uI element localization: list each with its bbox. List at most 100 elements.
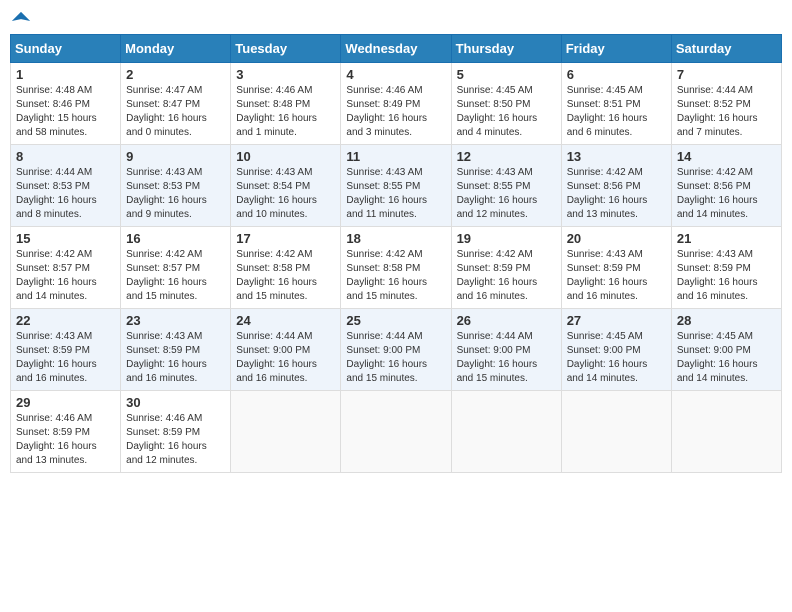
day-cell-19: 19Sunrise: 4:42 AMSunset: 8:59 PMDayligh… [451,227,561,309]
day-cell-27: 27 Sunrise: 4:45 AMSunset: 9:00 PMDayligh… [561,309,671,391]
day-cell-2: 2Sunrise: 4:47 AMSunset: 8:47 PMDaylight… [121,63,231,145]
sunrise-line: Sunrise: 4:42 AM [16,248,115,262]
sunset-line: Sunset: 9:00 PM [346,344,445,358]
day-number: 25 [346,313,445,328]
daylight-line: Daylight: 16 hours and 8 minutes. [16,194,115,222]
day-number: 24 [236,313,335,328]
day-number: 30 [126,395,225,410]
sunset-line: Sunset: 8:50 PM [457,98,556,112]
sunrise-line: Sunrise: 4:42 AM [567,166,666,180]
day-cell-14: 14Sunrise: 4:42 AMSunset: 8:56 PMDayligh… [671,145,781,227]
sunrise-line: Sunrise: 4:46 AM [16,412,115,426]
daylight-line: Daylight: 16 hours and 16 minutes. [126,358,225,386]
sunrise-line: Sunrise: 4:43 AM [126,166,225,180]
day-number: 22 [16,313,115,328]
daylight-line: Daylight: 16 hours and 7 minutes. [677,112,776,140]
sunrise-line: Sunrise: 4:43 AM [567,248,666,262]
day-number: 21 [677,231,776,246]
day-info: Sunrise: 4:42 AMSunset: 8:58 PMDaylight:… [346,248,445,304]
day-info: Sunrise: 4:43 AMSunset: 8:55 PMDaylight:… [346,166,445,222]
day-info: Sunrise: 4:42 AMSunset: 8:57 PMDaylight:… [16,248,115,304]
day-cell-18: 18 Sunrise: 4:42 AMSunset: 8:58 PMDayligh… [341,227,451,309]
day-info: Sunrise: 4:43 AMSunset: 8:54 PMDaylight:… [236,166,335,222]
daylight-line: Daylight: 16 hours and 16 minutes. [567,276,666,304]
day-number: 8 [16,149,115,164]
daylight-line: Daylight: 16 hours and 15 minutes. [236,276,335,304]
sunrise-line: Sunrise: 4:46 AM [236,84,335,98]
sunset-line: Sunset: 9:00 PM [567,344,666,358]
empty-cell [451,391,561,473]
sunset-line: Sunset: 8:49 PM [346,98,445,112]
day-number: 18 [346,231,445,246]
day-info: Sunrise: 4:45 AMSunset: 9:00 PMDaylight:… [567,330,666,386]
daylight-line: Daylight: 16 hours and 12 minutes. [126,440,225,468]
sunrise-line: Sunrise: 4:44 AM [346,330,445,344]
day-info: Sunrise: 4:43 AMSunset: 8:55 PMDaylight:… [457,166,556,222]
daylight-line: Daylight: 16 hours and 6 minutes. [567,112,666,140]
day-info: Sunrise: 4:46 AMSunset: 8:59 PMDaylight:… [126,412,225,468]
sunrise-line: Sunrise: 4:42 AM [126,248,225,262]
day-cell-23: 23Sunrise: 4:43 AMSunset: 8:59 PMDayligh… [121,309,231,391]
sunset-line: Sunset: 8:59 PM [126,344,225,358]
day-number: 2 [126,67,225,82]
day-info: Sunrise: 4:46 AMSunset: 8:59 PMDaylight:… [16,412,115,468]
day-info: Sunrise: 4:44 AMSunset: 8:53 PMDaylight:… [16,166,115,222]
daylight-line: Daylight: 16 hours and 9 minutes. [126,194,225,222]
logo-icon [10,10,32,32]
sunrise-line: Sunrise: 4:43 AM [16,330,115,344]
day-info: Sunrise: 4:43 AMSunset: 8:59 PMDaylight:… [126,330,225,386]
day-number: 27 [567,313,666,328]
day-cell-11: 11Sunrise: 4:43 AMSunset: 8:55 PMDayligh… [341,145,451,227]
day-cell-21: 21Sunrise: 4:43 AMSunset: 8:59 PMDayligh… [671,227,781,309]
sunset-line: Sunset: 9:00 PM [457,344,556,358]
sunset-line: Sunset: 8:48 PM [236,98,335,112]
day-number: 12 [457,149,556,164]
day-cell-17: 17 Sunrise: 4:42 AMSunset: 8:58 PMDayligh… [231,227,341,309]
day-cell-30: 30 Sunrise: 4:46 AMSunset: 8:59 PMDayligh… [121,391,231,473]
header-wednesday: Wednesday [341,35,451,63]
day-cell-10: 10Sunrise: 4:43 AMSunset: 8:54 PMDayligh… [231,145,341,227]
empty-cell [671,391,781,473]
header-tuesday: Tuesday [231,35,341,63]
logo [10,10,32,26]
sunset-line: Sunset: 9:00 PM [677,344,776,358]
day-cell-5: 5Sunrise: 4:45 AMSunset: 8:50 PMDaylight… [451,63,561,145]
day-info: Sunrise: 4:48 AMSunset: 8:46 PMDaylight:… [16,84,115,140]
sunset-line: Sunset: 8:59 PM [126,426,225,440]
sunrise-line: Sunrise: 4:45 AM [567,84,666,98]
day-number: 1 [16,67,115,82]
day-number: 20 [567,231,666,246]
day-number: 15 [16,231,115,246]
sunset-line: Sunset: 8:53 PM [126,180,225,194]
daylight-line: Daylight: 16 hours and 14 minutes. [677,194,776,222]
empty-cell [231,391,341,473]
daylight-line: Daylight: 16 hours and 14 minutes. [567,358,666,386]
day-info: Sunrise: 4:43 AMSunset: 8:53 PMDaylight:… [126,166,225,222]
day-number: 3 [236,67,335,82]
day-cell-28: 28Sunrise: 4:45 AMSunset: 9:00 PMDayligh… [671,309,781,391]
sunrise-line: Sunrise: 4:44 AM [457,330,556,344]
daylight-line: Daylight: 16 hours and 16 minutes. [16,358,115,386]
daylight-line: Daylight: 16 hours and 0 minutes. [126,112,225,140]
sunset-line: Sunset: 8:57 PM [126,262,225,276]
day-number: 17 [236,231,335,246]
day-cell-4: 4Sunrise: 4:46 AMSunset: 8:49 PMDaylight… [341,63,451,145]
day-number: 4 [346,67,445,82]
daylight-line: Daylight: 16 hours and 14 minutes. [677,358,776,386]
daylight-line: Daylight: 16 hours and 14 minutes. [16,276,115,304]
daylight-line: Daylight: 15 hours and 58 minutes. [16,112,115,140]
calendar-week-1: 1 Sunrise: 4:48 AMSunset: 8:46 PMDaylight… [11,63,782,145]
top-area [10,10,782,26]
sunrise-line: Sunrise: 4:42 AM [236,248,335,262]
header-saturday: Saturday [671,35,781,63]
empty-cell [341,391,451,473]
day-info: Sunrise: 4:42 AMSunset: 8:58 PMDaylight:… [236,248,335,304]
daylight-line: Daylight: 16 hours and 13 minutes. [567,194,666,222]
day-cell-6: 6Sunrise: 4:45 AMSunset: 8:51 PMDaylight… [561,63,671,145]
sunrise-line: Sunrise: 4:46 AM [346,84,445,98]
day-number: 26 [457,313,556,328]
sunrise-line: Sunrise: 4:42 AM [346,248,445,262]
daylight-line: Daylight: 16 hours and 13 minutes. [16,440,115,468]
sunrise-line: Sunrise: 4:44 AM [677,84,776,98]
day-cell-20: 20Sunrise: 4:43 AMSunset: 8:59 PMDayligh… [561,227,671,309]
